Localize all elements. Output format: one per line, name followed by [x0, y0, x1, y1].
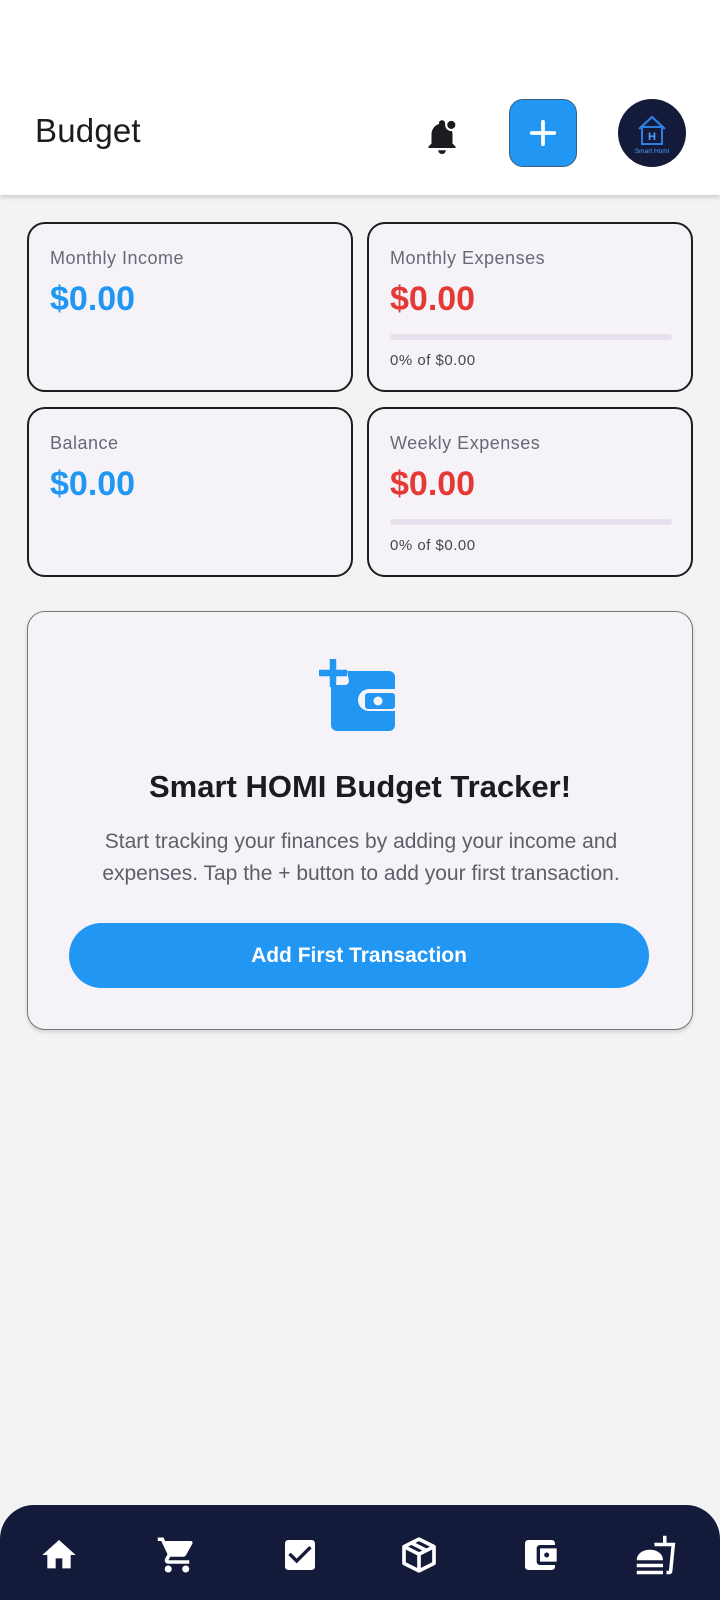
empty-state-title: Smart HOMI Budget Tracker! [148, 769, 572, 804]
monthly-expenses-progress-text: 0% of $0.00 [390, 352, 476, 369]
svg-text:H: H [648, 131, 656, 143]
avatar[interactable]: H Smart Homi [618, 99, 686, 167]
card-label: Balance [50, 433, 119, 453]
page-title: Budget [35, 112, 141, 149]
weekly-expenses-card[interactable]: Weekly Expenses $0.00 0% of $0.00 [367, 407, 693, 577]
app-bar: Budget H Smart Homi [0, 0, 720, 195]
monthly-income-card[interactable]: Monthly Income $0.00 [27, 222, 353, 392]
notification-bell-icon[interactable] [418, 112, 466, 160]
bottom-navigation-bar [0, 1505, 720, 1600]
monthly-income-amount: $0.00 [50, 280, 136, 318]
empty-state-card: Smart HOMI Budget Tracker! Start trackin… [27, 611, 693, 1030]
empty-state-description: Start tracking your finances by adding y… [102, 830, 620, 885]
weekly-expenses-progress-bar [390, 519, 672, 525]
card-label: Monthly Expenses [390, 248, 546, 268]
nav-food-icon[interactable] [634, 1533, 678, 1577]
nav-home-icon[interactable] [37, 1533, 81, 1577]
nav-shopping-cart-icon[interactable] [155, 1533, 199, 1577]
card-label: Weekly Expenses [390, 433, 541, 453]
card-label: Monthly Income [50, 248, 185, 268]
budget-screen: Budget H Smart Homi Monthly Income $0.00… [0, 0, 720, 1600]
weekly-expenses-progress-text: 0% of $0.00 [390, 537, 476, 554]
svg-text:Smart Homi: Smart Homi [635, 148, 669, 155]
nav-checkbox-icon[interactable] [278, 1533, 322, 1577]
monthly-expenses-card[interactable]: Monthly Expenses $0.00 0% of $0.00 [367, 222, 693, 392]
nav-box-icon[interactable] [397, 1533, 441, 1577]
monthly-expenses-progress-bar [390, 334, 672, 340]
monthly-expenses-amount: $0.00 [390, 280, 476, 318]
balance-amount: $0.00 [50, 465, 136, 503]
nav-wallet-icon[interactable] [518, 1533, 562, 1577]
balance-card[interactable]: Balance $0.00 [27, 407, 353, 577]
add-wallet-icon [319, 659, 395, 731]
weekly-expenses-amount: $0.00 [390, 465, 476, 503]
plus-icon [529, 119, 557, 147]
smart-homi-logo: H Smart Homi [635, 115, 669, 155]
add-first-transaction-button[interactable]: Add First Transaction [69, 923, 649, 988]
add-transaction-header-button[interactable] [509, 99, 577, 167]
